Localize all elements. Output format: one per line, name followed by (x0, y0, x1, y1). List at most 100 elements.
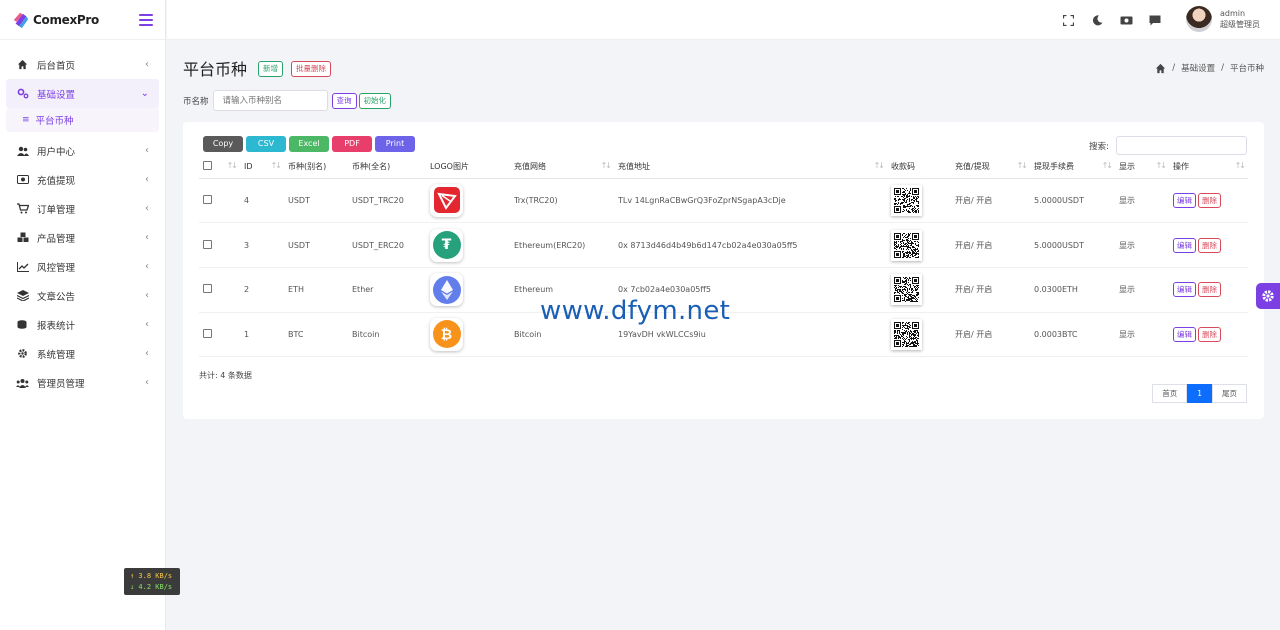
cell-fullname: Ether (348, 267, 426, 313)
settings-gear-button[interactable] (1256, 283, 1280, 309)
excel-button[interactable]: Excel (289, 136, 329, 152)
home-icon[interactable] (1155, 63, 1166, 74)
col-display[interactable]: 显示 ↑↓ (1115, 156, 1169, 179)
pdf-button[interactable]: PDF (332, 136, 372, 152)
cogs-icon (16, 87, 29, 100)
ethereum-logo-icon (430, 273, 463, 307)
col-network[interactable]: 充值网络 ↑↓ (510, 156, 614, 179)
sidebar-item-label: 风控管理 (37, 262, 76, 274)
money-icon[interactable] (1119, 13, 1133, 27)
col-fee[interactable]: 提现手续费 ↑↓ (1030, 156, 1115, 179)
sidebar-item-deposit-withdraw[interactable]: 充值提现 ‹ (0, 165, 165, 194)
sidebar-item-label: 管理员管理 (37, 378, 85, 390)
sidebar-item-products[interactable]: 产品管理 ‹ (0, 223, 165, 252)
chart-line-icon (16, 260, 29, 273)
sort-header[interactable]: ↑↓ (221, 156, 240, 179)
delete-button[interactable]: 删除 (1198, 326, 1221, 342)
cell-display: 显示 (1115, 312, 1169, 358)
delete-button[interactable]: 删除 (1198, 237, 1221, 253)
cell-id: 2 (240, 267, 284, 313)
sidebar-item-admins[interactable]: 管理员管理 ‹ (0, 368, 165, 397)
moon-icon[interactable] (1090, 13, 1104, 27)
tether-logo-icon: ₮ (430, 228, 463, 262)
col-alias[interactable]: 币种(别名) (284, 156, 348, 179)
sort-icon: ↑↓ (1155, 161, 1167, 170)
edit-button[interactable]: 编辑 (1173, 192, 1196, 208)
sidebar-item-orders[interactable]: 订单管理 ‹ (0, 194, 165, 223)
bulk-delete-button[interactable]: 批量删除 (291, 61, 331, 77)
sidebar-subitem-platform-coins[interactable]: ≡ 平台币种 (6, 108, 159, 132)
chevron-left-icon: ‹ (145, 290, 149, 301)
sidebar-item-risk-control[interactable]: 风控管理 ‹ (0, 252, 165, 281)
row-checkbox[interactable] (203, 239, 212, 249)
cell-network: Ethereum(ERC20) (510, 222, 614, 268)
init-button[interactable]: 初始化 (358, 92, 392, 109)
delete-button[interactable]: 删除 (1198, 192, 1221, 208)
breadcrumb-item[interactable]: 基础设置 (1181, 62, 1215, 74)
add-button[interactable]: 新增 (258, 61, 283, 77)
avatar[interactable] (1186, 6, 1212, 32)
row-checkbox[interactable] (203, 328, 212, 338)
col-address[interactable]: 充值地址 ↑↓ (614, 156, 887, 179)
search-input[interactable] (1116, 136, 1247, 155)
search-label: 搜索: (1089, 141, 1109, 152)
first-page-button[interactable]: 首页 (1152, 384, 1188, 403)
sidebar-item-label: 订单管理 (37, 204, 76, 216)
chevron-left-icon: ‹ (145, 59, 149, 70)
qr-code-icon (891, 274, 922, 306)
row-checkbox[interactable] (203, 194, 212, 204)
delete-button[interactable]: 删除 (1198, 282, 1221, 298)
cell-network: Trx(TRC20) (510, 178, 614, 224)
edit-button[interactable]: 编辑 (1173, 282, 1196, 298)
cart-icon (16, 202, 29, 215)
current-page-button[interactable]: 1 (1187, 384, 1212, 403)
print-button[interactable]: Print (375, 136, 415, 152)
copy-button[interactable]: Copy (203, 136, 243, 152)
sidebar-item-reports[interactable]: 报表统计 ‹ (0, 310, 165, 339)
sidebar-item-system[interactable]: 系统管理 ‹ (0, 339, 165, 368)
cell-fullname: USDT_TRC20 (348, 178, 426, 224)
sidebar-item-articles[interactable]: 文章公告 ‹ (0, 281, 165, 310)
chevron-left-icon: ‹ (145, 319, 149, 330)
row-checkbox[interactable] (203, 284, 212, 294)
user-menu[interactable]: admin 超级管理员 (1186, 6, 1260, 32)
cell-alias: BTC (284, 312, 348, 358)
page-title: 平台币种 (183, 60, 248, 79)
fullscreen-icon[interactable] (1061, 13, 1075, 27)
users-icon (16, 144, 29, 157)
cell-status: 开启/ 开启 (951, 312, 1030, 358)
sidebar-item-users[interactable]: 用户中心 ‹ (0, 136, 165, 165)
coin-name-input[interactable] (212, 90, 328, 111)
cell-display: 显示 (1115, 178, 1169, 224)
menu-toggle-button[interactable] (139, 13, 153, 26)
sidebar-item-label: 充值提现 (37, 175, 76, 187)
select-all-checkbox[interactable] (203, 161, 212, 171)
layers-icon (16, 289, 29, 302)
sidebar-item-home[interactable]: 后台首页 ‹ (0, 50, 165, 79)
cell-display: 显示 (1115, 222, 1169, 268)
col-fullname[interactable]: 币种(全名) (348, 156, 426, 179)
breadcrumb-separator: / (1172, 63, 1176, 73)
user-role: 超级管理员 (1220, 20, 1260, 29)
col-id[interactable]: ID ↑↓ (240, 156, 284, 179)
sidebar-item-label: 系统管理 (37, 349, 76, 361)
gear-icon (16, 347, 29, 360)
edit-button[interactable]: 编辑 (1173, 237, 1196, 253)
sidebar-item-basic-settings[interactable]: 基础设置 ⌄ (6, 79, 159, 108)
cell-fullname: USDT_ERC20 (348, 222, 426, 268)
query-button[interactable]: 查询 (331, 92, 357, 109)
sort-icon: ↑↓ (600, 161, 612, 170)
download-speed: ↓ 4.2 KB/s (130, 583, 173, 591)
col-qrcode[interactable]: 收款码 (887, 156, 951, 179)
last-page-button[interactable]: 尾页 (1212, 384, 1247, 403)
csv-button[interactable]: CSV (246, 136, 286, 152)
col-status[interactable]: 充值/提现 ↑↓ (951, 156, 1030, 179)
col-logo[interactable]: LOGO图片 (426, 156, 510, 179)
sidebar-item-label: 基础设置 (37, 89, 76, 101)
home-icon (16, 58, 29, 71)
watermark: www.dfym.net (540, 296, 731, 326)
chevron-left-icon: ‹ (145, 377, 149, 388)
sort-icon: ↑↓ (226, 161, 238, 170)
edit-button[interactable]: 编辑 (1173, 326, 1196, 342)
message-icon[interactable] (1148, 13, 1162, 27)
